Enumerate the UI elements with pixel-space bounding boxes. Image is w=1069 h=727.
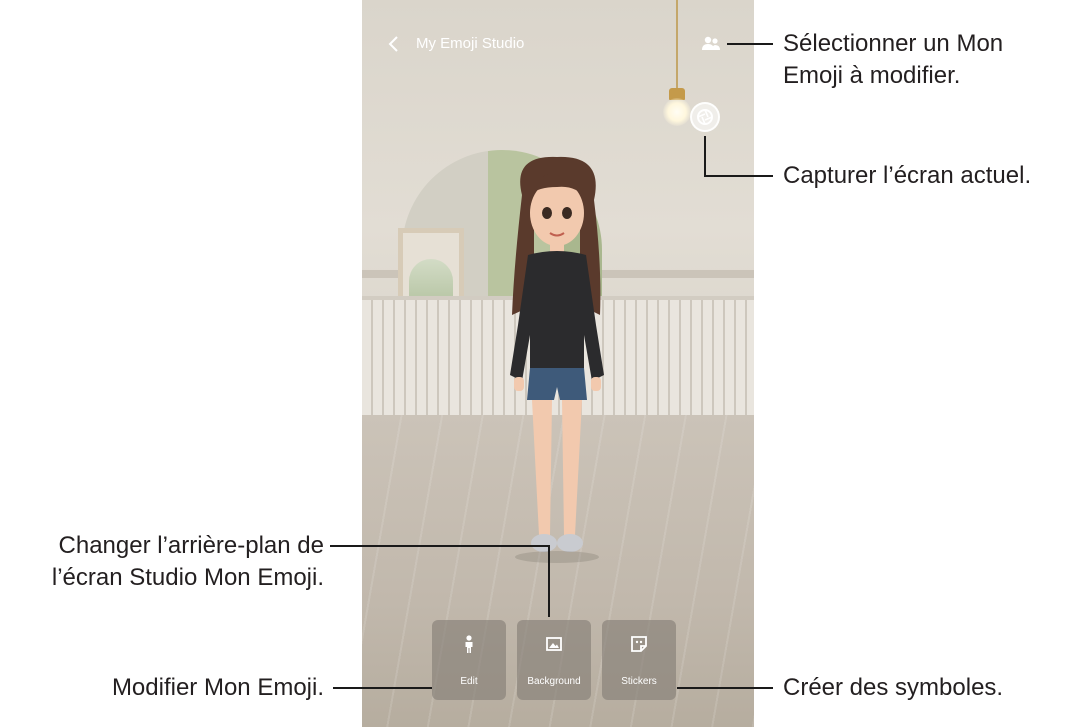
stickers-button[interactable]: Stickers <box>602 620 676 700</box>
capture-button[interactable] <box>690 102 720 132</box>
camera-shutter-icon <box>697 109 713 125</box>
background-label: Background <box>527 676 581 687</box>
leader-background-h <box>330 545 550 547</box>
top-bar: My Emoji Studio <box>362 28 754 60</box>
emoji-avatar <box>510 156 604 563</box>
sticker-icon <box>631 636 647 652</box>
person-icon <box>465 635 473 653</box>
leader-capture-h <box>704 175 773 177</box>
callout-capture: Capturer l’écran actuel. <box>783 162 1032 189</box>
leader-edit <box>333 687 432 689</box>
edit-label: Edit <box>460 676 478 687</box>
leader-select <box>727 43 773 45</box>
leader-capture-v <box>704 136 706 176</box>
callout-background: Changer l’arrière-plan de l’écran Studio… <box>51 532 324 591</box>
background-button[interactable]: Background <box>517 620 591 700</box>
light-bulb <box>663 98 691 126</box>
back-button[interactable] <box>382 30 406 58</box>
callout-stickers: Créer des symboles. <box>783 674 1004 701</box>
phone-screen: My Emoji Studio Edit Background Stickers <box>362 0 754 727</box>
stickers-label: Stickers <box>621 676 657 687</box>
image-icon <box>546 637 562 651</box>
edit-button[interactable]: Edit <box>432 620 506 700</box>
chevron-left-icon <box>388 36 398 52</box>
page-title: My Emoji Studio <box>416 35 525 52</box>
leader-stickers <box>677 687 773 689</box>
callout-edit: Modifier Mon Emoji. <box>111 674 324 701</box>
people-icon <box>702 36 720 50</box>
select-emoji-button[interactable] <box>700 34 722 54</box>
callout-select-emoji: Sélectionner un Mon Emoji à modifier. <box>783 30 1004 89</box>
leader-background-v <box>548 545 550 617</box>
